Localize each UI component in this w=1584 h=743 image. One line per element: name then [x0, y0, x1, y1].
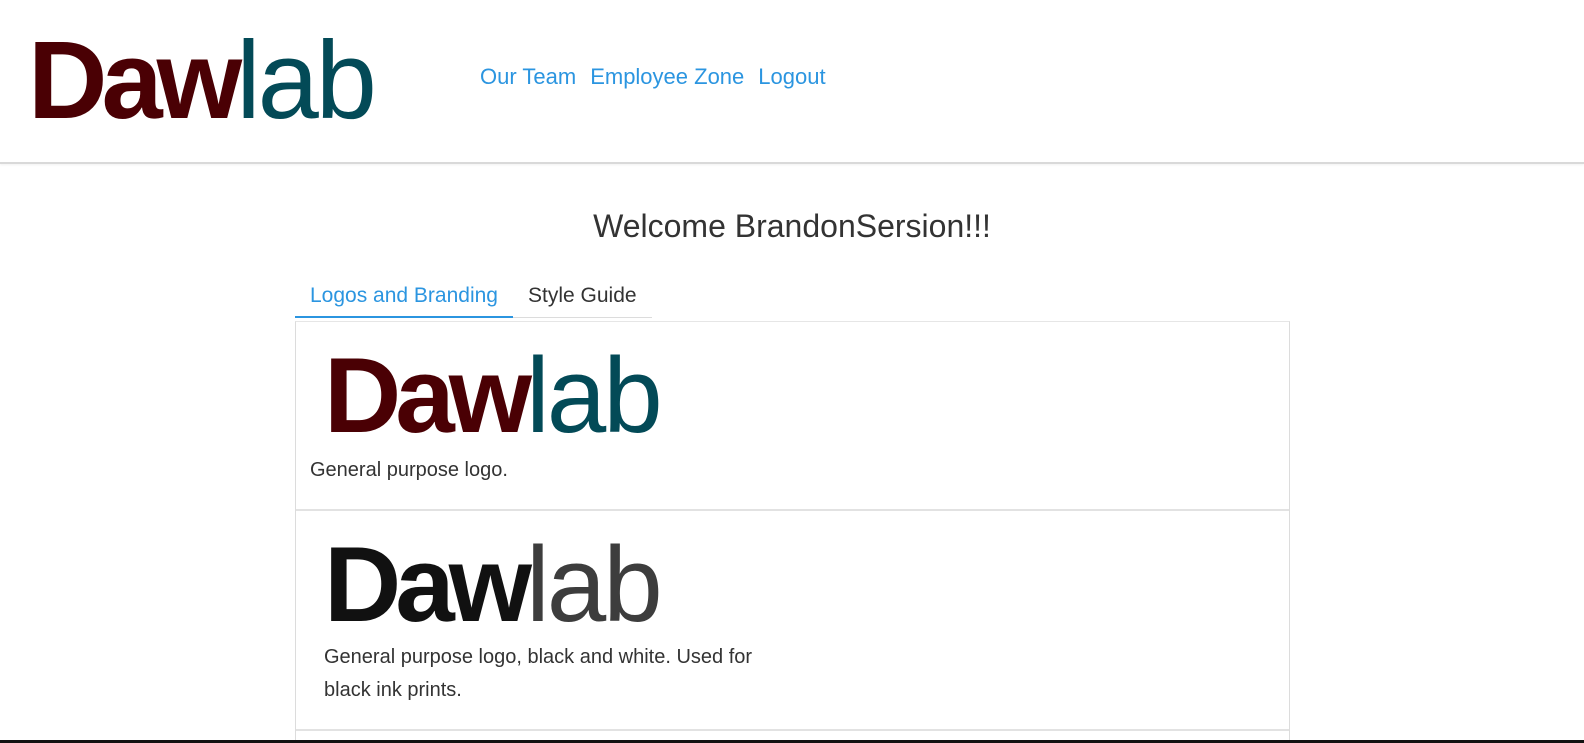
nav-logout[interactable]: Logout [758, 64, 825, 90]
logo-color-image: Dawlab [324, 342, 663, 449]
main-nav: Our Team Employee Zone Logout [480, 64, 840, 90]
logo-part-daw: Daw [28, 19, 242, 142]
nav-our-team[interactable]: Our Team [480, 64, 576, 90]
logo-part-daw: Daw [324, 335, 532, 455]
page: Dawlab Our Team Employee Zone Logout Wel… [0, 0, 1584, 743]
site-header: Dawlab Our Team Employee Zone Logout [0, 0, 1584, 164]
header-logo[interactable]: Dawlab [28, 26, 377, 136]
logo-card: Dawlab General purpose logo, black and w… [296, 511, 1289, 731]
logo-caption: General purpose logo. [310, 459, 508, 481]
logo-part-daw: Daw [324, 524, 532, 644]
tab-panel-logos: Dawlab General purpose logo. Dawlab Gene… [295, 321, 1290, 743]
tab-bar: Logos and Branding Style Guide [295, 280, 652, 318]
nav-employee-zone[interactable]: Employee Zone [590, 64, 744, 90]
logo-part-lab: lab [236, 19, 377, 142]
tab-style-guide[interactable]: Style Guide [513, 280, 652, 317]
logo-caption: General purpose logo, black and white. U… [324, 646, 753, 701]
tab-logos-and-branding[interactable]: Logos and Branding [295, 280, 513, 318]
logo-part-lab: lab [526, 335, 663, 455]
logo-card: Dawlab General purpose logo. [296, 322, 1289, 511]
logo-part-lab: lab [526, 524, 663, 644]
logo-bw-image: Dawlab [324, 531, 663, 638]
welcome-heading: Welcome BrandonSersion!!! [593, 208, 991, 244]
